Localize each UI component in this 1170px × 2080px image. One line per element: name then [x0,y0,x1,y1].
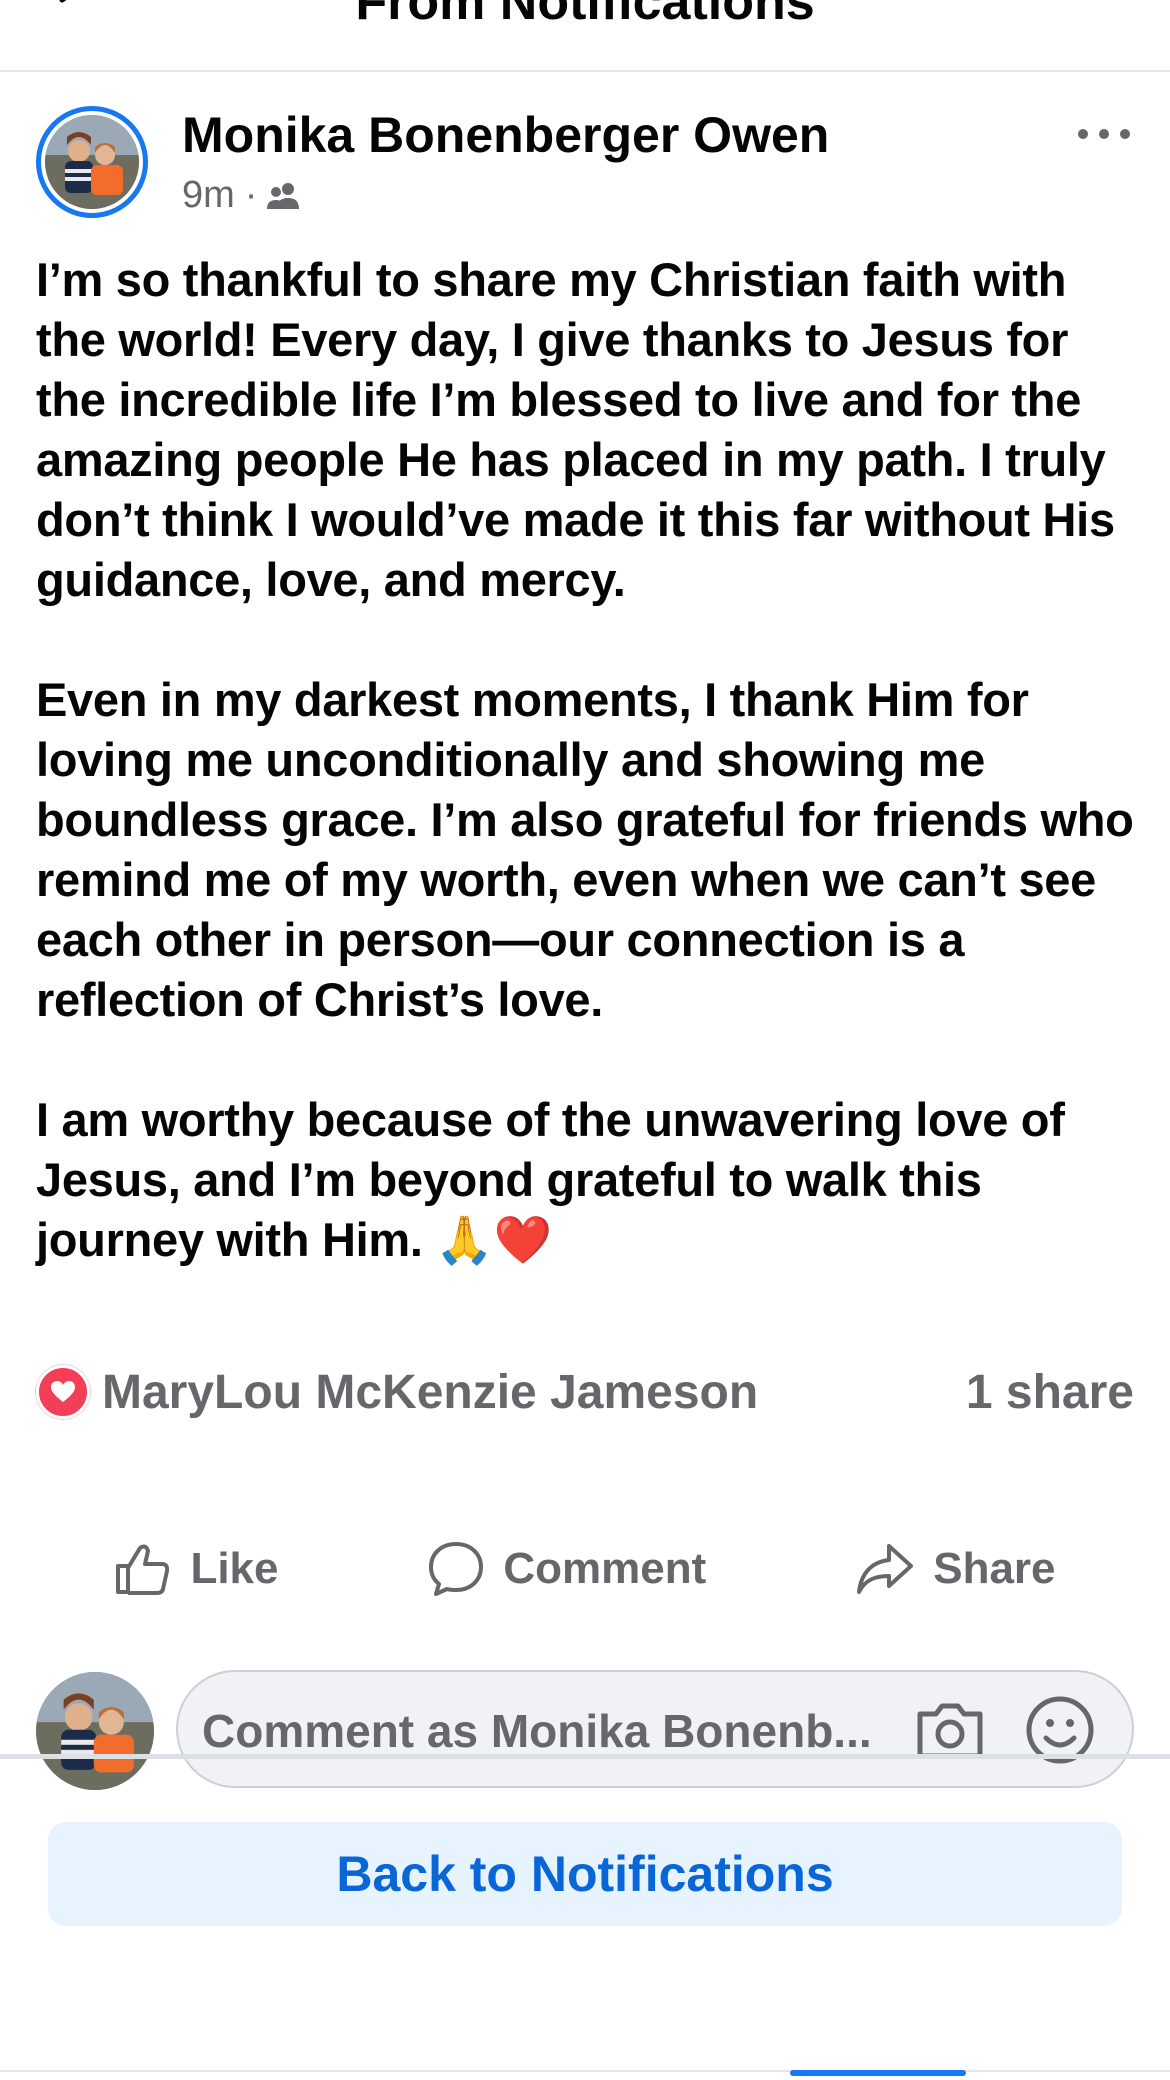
bottom-divider [0,2070,1170,2072]
author-avatar[interactable] [36,106,148,218]
section-divider [0,1754,1170,1759]
reactions-summary: MaryLou McKenzie Jameson 1 share [36,1362,1134,1422]
current-user-avatar [36,1672,154,1790]
post-time[interactable]: 9m [182,174,235,217]
comment-composer: Comment as Monika Bonenb... [36,1670,1134,1790]
comment-button[interactable]: Comment [427,1540,706,1598]
camera-icon[interactable] [914,1698,986,1762]
post-meta: 9m · [182,174,301,217]
post-body: I’m so thankful to share my Christian fa… [36,250,1146,1270]
meta-separator: · [244,174,258,216]
share-button[interactable]: Share [855,1542,1056,1596]
comment-bubble-icon [429,1542,484,1596]
reactor-name: MaryLou McKenzie Jameson [102,1365,759,1419]
thumbs-up-icon [116,1544,170,1595]
share-arrow-icon [857,1544,914,1594]
page-title: From Notifications [355,0,815,31]
post-paragraph: I’m so thankful to share my Christian fa… [36,253,1115,606]
comment-label: Comment [503,1544,707,1593]
post-paragraph: Even in my darkest moments, I thank Him … [36,673,1134,1026]
more-options-icon[interactable] [1078,126,1130,142]
avatar-photo [45,115,139,209]
share-label: Share [933,1544,1056,1593]
back-to-notifications-button[interactable]: Back to Notifications [48,1822,1122,1926]
like-button[interactable]: Like [114,1542,279,1596]
tab-indicator [790,2070,966,2076]
like-label: Like [190,1544,279,1593]
comment-input[interactable]: Comment as Monika Bonenb... [176,1670,1134,1788]
reactions-left[interactable]: MaryLou McKenzie Jameson [36,1365,758,1420]
post-actions: Like Comment Share [0,1534,1170,1604]
share-count[interactable]: 1 share [966,1365,1134,1420]
comment-placeholder: Comment as Monika Bonenb... [202,1705,872,1757]
post-paragraph: I am worthy because of the unwavering lo… [36,1093,1065,1266]
friends-icon [267,182,300,209]
love-reaction-icon [36,1365,90,1419]
top-bar: From Notifications [0,0,1170,72]
author-name[interactable]: Monika Bonenberger Owen [182,106,829,164]
